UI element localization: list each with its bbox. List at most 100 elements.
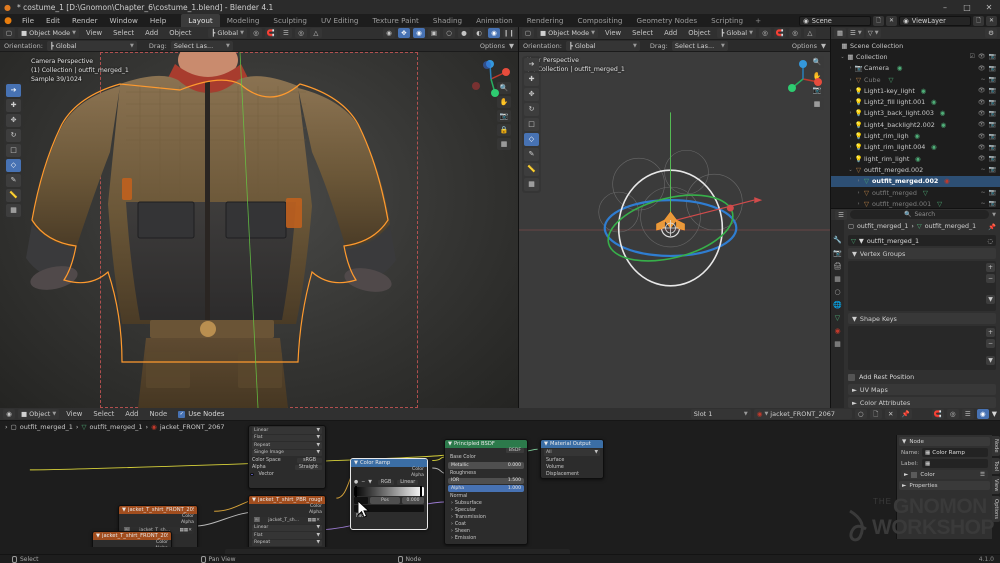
- cursor-tool-icon[interactable]: ✚: [6, 99, 21, 112]
- subsurface-panel[interactable]: ›Subsurface: [445, 500, 527, 507]
- close-button[interactable]: ✕: [978, 3, 1000, 12]
- tab-compositing[interactable]: Compositing: [570, 14, 629, 27]
- projection-dropdown[interactable]: Flat▼: [252, 532, 322, 539]
- outliner[interactable]: ▦ Scene Collection ⌄ ▦ Collection ☑ 👁 📷 …: [831, 40, 1000, 208]
- node-header[interactable]: ▼ Principled BSDF: [445, 440, 527, 448]
- outliner-row-toggles[interactable]: 👁 📷: [978, 87, 1000, 94]
- ramp-color-mode[interactable]: RGB: [378, 480, 394, 485]
- alpha-output-row[interactable]: Alpha: [249, 510, 325, 516]
- new-scene-icon[interactable]: 🗋: [873, 16, 884, 26]
- alpha-output-row[interactable]: Alpha: [93, 546, 171, 547]
- expand-arrow[interactable]: ›: [847, 122, 854, 128]
- breadcrumb-object[interactable]: outfit_merged_1: [857, 223, 908, 230]
- navigation-gizmo[interactable]: [782, 58, 824, 100]
- tab-animation[interactable]: Animation: [469, 14, 520, 27]
- material-slot-dropdown[interactable]: Slot 1 ▼: [691, 409, 751, 419]
- vector-socket[interactable]: [250, 473, 254, 477]
- tab-sculpting[interactable]: Sculpting: [266, 14, 314, 27]
- expand-arrow[interactable]: ›: [847, 77, 854, 83]
- sidebar-tab-options[interactable]: Options: [992, 496, 1000, 522]
- tweak-tool-icon[interactable]: ➔: [524, 58, 539, 71]
- collapse-icon[interactable]: ▼: [252, 497, 256, 503]
- annotate-tool-icon[interactable]: ✎: [6, 174, 21, 187]
- tab-modeling[interactable]: Modeling: [220, 14, 267, 27]
- expand-arrow[interactable]: ›: [847, 156, 854, 162]
- editor-type-icon[interactable]: ▢: [3, 28, 15, 38]
- eye-icon[interactable]: 👁: [978, 99, 986, 106]
- uv-maps-section-header[interactable]: ► UV Maps: [848, 384, 996, 395]
- falloff-curve-icon[interactable]: △: [310, 28, 322, 38]
- mode-selector[interactable]: ■ Object Mode ▼: [18, 28, 79, 38]
- falloff-curve-icon[interactable]: △: [804, 28, 816, 38]
- camera-icon[interactable]: 📷: [989, 133, 996, 140]
- camera-icon[interactable]: 📷: [989, 144, 996, 151]
- menu-edit[interactable]: Edit: [40, 14, 66, 27]
- outliner-row-toggles[interactable]: ∼ 📷: [980, 76, 1000, 83]
- color-space-row[interactable]: Color Space sRGB: [249, 457, 325, 464]
- extension-dropdown[interactable]: Repeat▼: [252, 540, 322, 547]
- vertex-groups-list-body[interactable]: [848, 261, 985, 311]
- transform-tool-icon[interactable]: ◇: [6, 159, 21, 172]
- options-dropdown[interactable]: Options: [792, 42, 817, 50]
- scene-properties-tab-icon[interactable]: ○: [834, 288, 840, 296]
- remove-shape-key-button[interactable]: −: [986, 339, 995, 348]
- normal-row[interactable]: Normal: [445, 493, 527, 500]
- outliner-row-selected[interactable]: › ▽ outfit_merged.002 ◉: [831, 176, 1000, 187]
- breadcrumb-object[interactable]: outfit_merged_1: [20, 423, 73, 431]
- eye-icon[interactable]: 👁: [978, 155, 986, 162]
- outliner-row-toggles[interactable]: 👁 📷: [978, 65, 1000, 72]
- displacement-input-row[interactable]: Displacement: [541, 471, 603, 478]
- navigation-gizmo[interactable]: [470, 58, 512, 100]
- camera-icon[interactable]: 📷: [989, 110, 996, 117]
- outliner-display-mode-icon[interactable]: ☰: [835, 210, 847, 220]
- tool-orientation-dropdown[interactable]: ┣ Global ▼: [566, 41, 640, 51]
- surface-input-row[interactable]: Surface: [541, 457, 603, 464]
- eye-closed-icon[interactable]: ∼: [980, 76, 985, 83]
- outliner-row[interactable]: › 📷 Camera ◉ 👁 📷: [831, 63, 1000, 74]
- interpolation-dropdown[interactable]: Linear▼: [252, 525, 322, 532]
- editor-type-icon[interactable]: ▢: [522, 28, 534, 38]
- ramp-pos-label[interactable]: Pos: [370, 497, 400, 504]
- node-sidebar-tabs[interactable]: Node Tool View Options: [992, 436, 1000, 522]
- drag-mode-dropdown[interactable]: Select Las... ▼: [171, 41, 233, 51]
- target-dropdown[interactable]: All▼: [544, 449, 600, 456]
- properties-section-header[interactable]: ► Properties: [899, 481, 990, 490]
- viewport-right-body[interactable]: User Perspective (1) Collection | outfit…: [519, 52, 830, 408]
- xray-toggle-icon[interactable]: ▣: [428, 28, 440, 38]
- breadcrumb-data[interactable]: outfit_merged_1: [925, 223, 976, 230]
- node-material-output[interactable]: ▼ Material Output All▼ Surface Volume Di…: [540, 439, 604, 479]
- shape-keys-list[interactable]: + − ▼: [848, 326, 996, 370]
- unlink-material-icon[interactable]: ✕: [885, 409, 897, 419]
- cursor-tool-icon[interactable]: ✚: [524, 73, 539, 86]
- maximize-button[interactable]: □: [956, 3, 978, 12]
- tab-shading[interactable]: Shading: [426, 14, 469, 27]
- move-tool-icon[interactable]: ✥: [524, 88, 539, 101]
- add-cube-tool-icon[interactable]: ▦: [524, 178, 539, 191]
- menu-file[interactable]: File: [16, 14, 40, 27]
- outliner-row[interactable]: ▦ Scene Collection: [831, 40, 1000, 51]
- camera-view-gizmo-icon[interactable]: 📷: [497, 110, 511, 122]
- vertex-group-specials-button[interactable]: ▼: [986, 295, 995, 304]
- interpolation-dropdown[interactable]: Linear▼: [252, 427, 322, 434]
- roughness-row[interactable]: Roughness: [445, 470, 527, 477]
- material-properties-tab-icon[interactable]: ◉: [834, 327, 840, 335]
- visibility-icon[interactable]: ◉: [383, 28, 395, 38]
- view-layer-properties-tab-icon[interactable]: ▦: [834, 275, 841, 283]
- ramp-toolrow[interactable]: ● − ▼ RGB Linear: [351, 479, 427, 486]
- tab-scripting[interactable]: Scripting: [704, 14, 750, 27]
- chevron-down-icon[interactable]: ▼: [992, 212, 996, 218]
- node-header[interactable]: ▼ jacket_T_shirt_FRONT_2059_normals.1...: [119, 506, 197, 514]
- expand-arrow[interactable]: ⌄: [847, 167, 854, 173]
- shield-icon[interactable]: ◌: [987, 237, 993, 245]
- ior-slider[interactable]: IOR 1.500: [448, 478, 524, 485]
- node-header[interactable]: ▼ Color Ramp: [351, 459, 427, 467]
- coat-panel[interactable]: ›Coat: [445, 521, 527, 528]
- menu-view[interactable]: View: [601, 29, 625, 37]
- eye-icon[interactable]: 👁: [978, 110, 986, 117]
- menu-select[interactable]: Select: [89, 410, 118, 418]
- ramp-pos-value[interactable]: 0.000: [402, 497, 424, 504]
- outliner-row-toggles[interactable]: 👁 📷: [978, 110, 1000, 117]
- expand-arrow[interactable]: ⌄: [839, 54, 846, 60]
- image-buttons[interactable]: ▦▦✕: [307, 518, 320, 523]
- mode-selector[interactable]: ■ Object Mode ▼: [537, 28, 598, 38]
